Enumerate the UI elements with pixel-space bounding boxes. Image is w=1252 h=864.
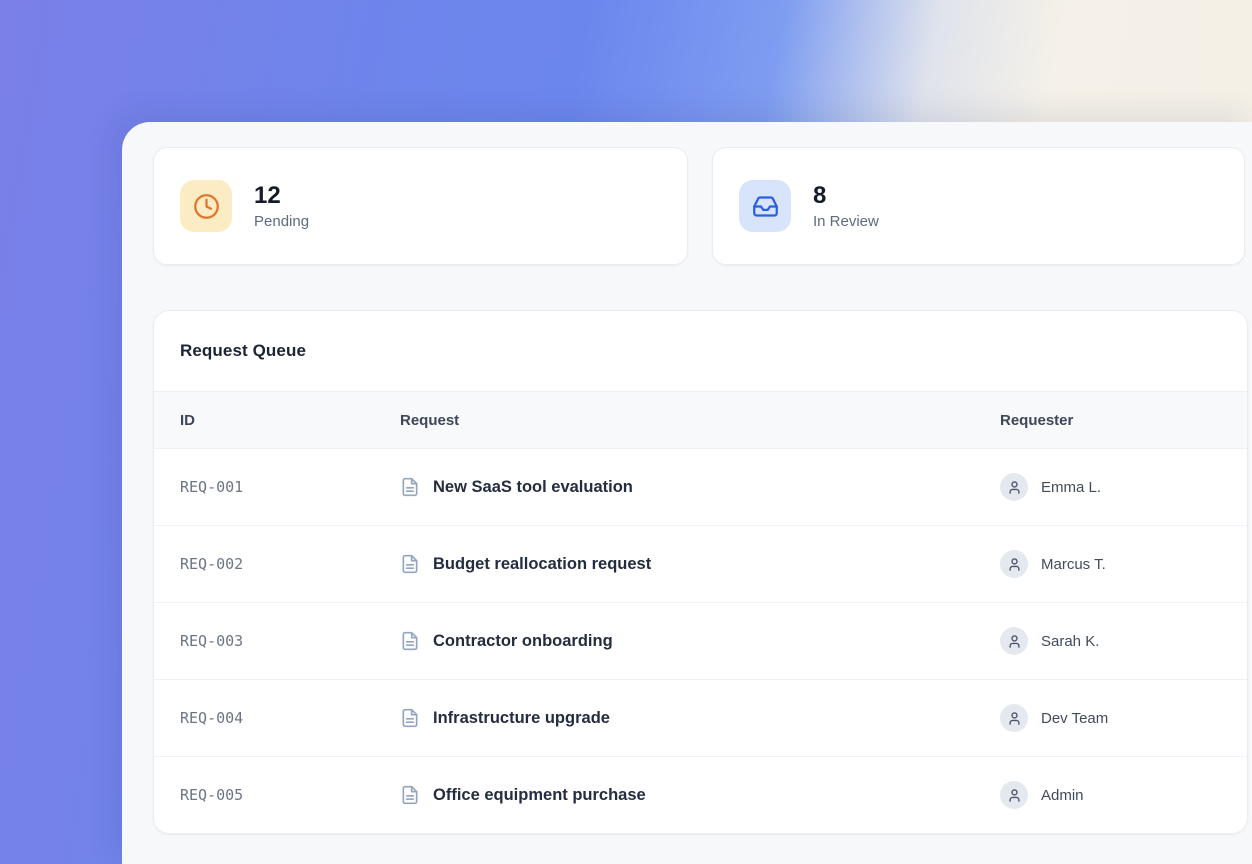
row-title: Infrastructure upgrade: [433, 709, 610, 728]
document-icon: [400, 708, 420, 728]
stat-card-pending: 12 Pending: [153, 147, 688, 265]
inbox-icon: [739, 180, 791, 232]
clock-icon: [180, 180, 232, 232]
document-icon: [400, 785, 420, 805]
table-row[interactable]: REQ-005 Office equipment purchase: [154, 756, 1247, 833]
table-row[interactable]: REQ-001 New SaaS tool evaluation: [154, 448, 1247, 525]
table-body: REQ-001 New SaaS tool evaluation: [154, 448, 1247, 833]
column-header-requester: Requester: [1000, 412, 1247, 429]
main-panel: 12 Pending 8 In Review Reque: [122, 122, 1252, 864]
avatar: [1000, 473, 1028, 501]
stat-value-in-review: 8: [813, 182, 879, 210]
request-queue-card: Request Queue ID Request Requester REQ-0…: [153, 310, 1248, 834]
row-requester: Emma L.: [1041, 479, 1101, 496]
column-header-request: Request: [400, 412, 1000, 429]
stat-card-in-review: 8 In Review: [712, 147, 1245, 265]
user-icon: [1007, 788, 1022, 803]
row-id: REQ-004: [180, 709, 400, 727]
row-requester: Sarah K.: [1041, 633, 1099, 650]
row-title: Budget reallocation request: [433, 555, 651, 574]
row-id: REQ-002: [180, 555, 400, 573]
document-icon: [400, 631, 420, 651]
table-row[interactable]: REQ-002 Budget reallocation request: [154, 525, 1247, 602]
user-icon: [1007, 711, 1022, 726]
row-requester: Admin: [1041, 787, 1084, 804]
row-id: REQ-001: [180, 478, 400, 496]
document-icon: [400, 554, 420, 574]
table-title-bar: Request Queue: [154, 311, 1247, 391]
avatar: [1000, 627, 1028, 655]
avatar: [1000, 550, 1028, 578]
avatar: [1000, 781, 1028, 809]
table-row[interactable]: REQ-004 Infrastructure upgrade: [154, 679, 1247, 756]
user-icon: [1007, 634, 1022, 649]
document-icon: [400, 477, 420, 497]
table-header-row: ID Request Requester: [154, 391, 1247, 448]
row-title: New SaaS tool evaluation: [433, 478, 633, 497]
table-title: Request Queue: [180, 341, 306, 361]
avatar: [1000, 704, 1028, 732]
row-id: REQ-003: [180, 632, 400, 650]
user-icon: [1007, 480, 1022, 495]
stats-row: 12 Pending 8 In Review: [153, 147, 1252, 265]
column-header-id: ID: [180, 412, 400, 429]
row-requester: Marcus T.: [1041, 556, 1106, 573]
row-title: Office equipment purchase: [433, 786, 646, 805]
row-title: Contractor onboarding: [433, 632, 613, 651]
row-id: REQ-005: [180, 786, 400, 804]
table-row[interactable]: REQ-003 Contractor onboarding: [154, 602, 1247, 679]
user-icon: [1007, 557, 1022, 572]
row-requester: Dev Team: [1041, 710, 1108, 727]
stat-value-pending: 12: [254, 182, 309, 210]
stat-label-in-review: In Review: [813, 213, 879, 230]
stat-label-pending: Pending: [254, 213, 309, 230]
